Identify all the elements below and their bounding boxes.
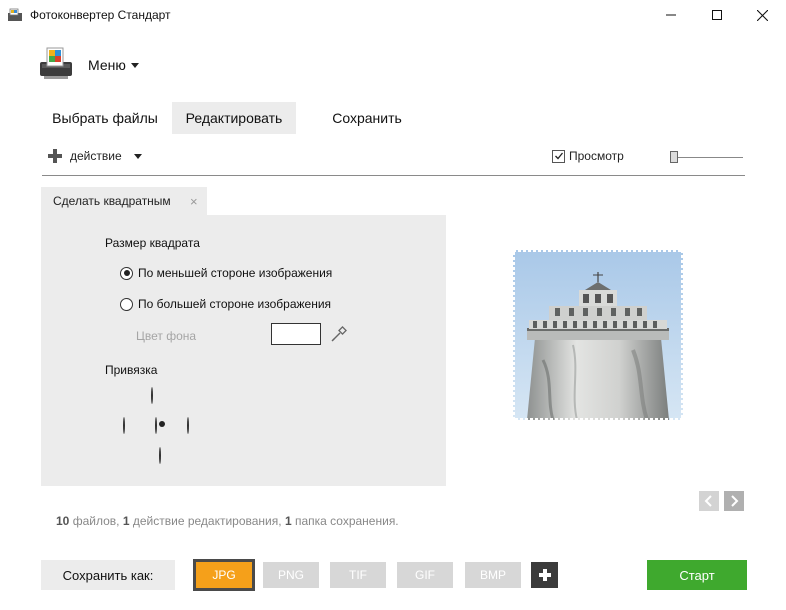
eyedropper-icon[interactable]	[330, 325, 348, 343]
format-bmp-button[interactable]: BMP	[465, 562, 521, 588]
option-smaller-label: По меньшей стороне изображения	[138, 266, 333, 280]
menu-label: Меню	[88, 57, 126, 73]
app-icon	[8, 8, 22, 21]
preview-image	[513, 250, 683, 420]
chevron-down-icon	[130, 62, 139, 68]
tab-save[interactable]: Сохранить	[300, 102, 434, 134]
maximize-icon	[711, 10, 722, 20]
remove-action-close-icon[interactable]: ×	[190, 194, 198, 209]
menu-button[interactable]: Меню	[88, 57, 139, 73]
add-action-button[interactable]: действие	[48, 149, 142, 163]
tab-edit[interactable]: Редактировать	[172, 102, 296, 134]
format-tif-button[interactable]: TIF	[330, 562, 386, 588]
preview-toggle[interactable]: Просмотр	[552, 149, 624, 163]
option-smaller-side[interactable]: По меньшей стороне изображения	[120, 266, 332, 280]
add-action-label: действие	[70, 149, 122, 163]
anchor-right[interactable]	[187, 417, 189, 434]
zoom-slider-track[interactable]	[676, 157, 743, 158]
files-count: 10	[56, 514, 70, 528]
radio-larger-side[interactable]	[120, 297, 133, 311]
folders-text: папка сохранения.	[294, 514, 399, 528]
photo-converter-logo-icon	[40, 47, 72, 79]
square-size-heading: Размер квадрата	[105, 236, 200, 250]
option-larger-side[interactable]: По большей стороне изображения	[120, 297, 331, 311]
plus-icon	[538, 569, 551, 581]
format-gif-button[interactable]: GIF	[397, 562, 453, 588]
files-text: файлов,	[72, 514, 120, 528]
anchor-left[interactable]	[123, 417, 125, 434]
anchor-bottom[interactable]	[159, 447, 161, 464]
make-square-panel	[41, 215, 446, 486]
minimize-icon	[665, 14, 676, 16]
toolbar-divider	[42, 175, 745, 176]
start-button[interactable]: Старт	[647, 560, 747, 590]
actions-count: 1	[122, 514, 130, 528]
preview-label: Просмотр	[569, 149, 624, 163]
plus-icon	[48, 149, 62, 163]
anchor-center[interactable]	[155, 417, 157, 434]
minimize-button[interactable]	[648, 0, 693, 30]
tab-select-files[interactable]: Выбрать файлы	[42, 102, 168, 134]
action-tab-make-square[interactable]: Сделать квадратным	[41, 187, 207, 215]
chevron-down-icon	[133, 153, 142, 159]
zoom-slider-thumb[interactable]	[670, 151, 678, 163]
option-larger-label: По большей стороне изображения	[138, 297, 332, 311]
action-tab-label: Сделать квадратным	[53, 194, 171, 208]
preview-checkbox[interactable]	[552, 149, 565, 163]
close-window-button[interactable]	[740, 0, 785, 30]
format-jpg-button[interactable]: JPG	[193, 559, 255, 591]
format-png-button[interactable]: PNG	[263, 562, 319, 588]
add-format-button[interactable]	[531, 562, 558, 588]
background-color-label: Цвет фона	[136, 329, 197, 343]
folders-count: 1	[284, 514, 292, 528]
maximize-button[interactable]	[694, 0, 739, 30]
next-image-button[interactable]	[724, 491, 744, 511]
window-title: Фотоконвертер Стандарт	[30, 8, 171, 22]
background-color-swatch[interactable]	[271, 323, 321, 345]
checkmark-icon	[554, 152, 563, 160]
save-as-label: Сохранить как:	[41, 560, 175, 590]
radio-smaller-side[interactable]	[120, 266, 133, 280]
chevron-right-icon	[731, 495, 739, 507]
anchor-heading: Привязка	[105, 363, 158, 377]
close-icon	[757, 9, 768, 21]
actions-text: действие редактирования,	[132, 514, 282, 528]
chevron-left-icon	[704, 495, 712, 507]
anchor-top[interactable]	[151, 387, 153, 404]
previous-image-button[interactable]	[699, 491, 719, 511]
summary-line: 10 файлов, 1 действие редактирования, 1 …	[56, 514, 399, 528]
